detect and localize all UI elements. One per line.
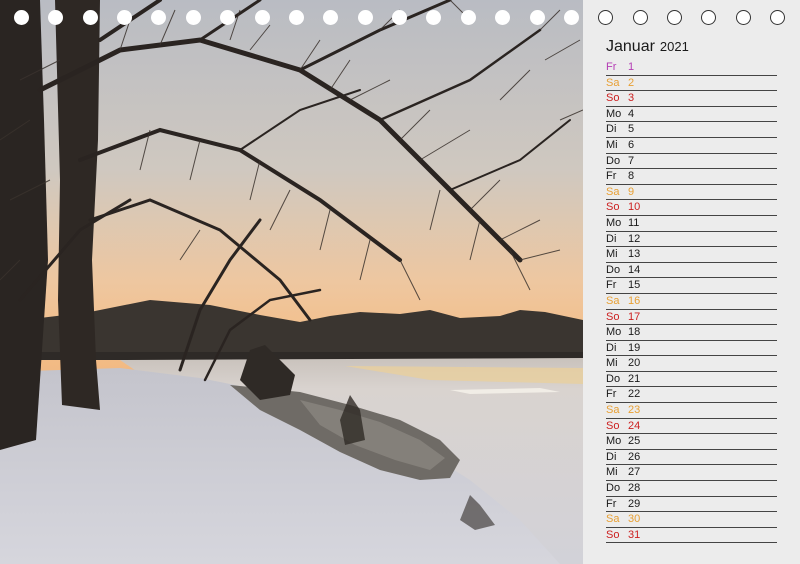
weekday-label: Fr [606,279,617,292]
day-number: 24 [628,419,641,432]
weekday-label: Mo [606,216,622,229]
day-row: Sa 16 [606,294,777,310]
weekday-label: Sa [606,76,620,89]
day-row: Sa 2 [606,76,777,92]
weekday-label: Mi [606,357,618,370]
day-row: Mi 20 [606,356,777,372]
day-row: Fr 15 [606,278,777,294]
weekday-label: Mi [606,466,618,479]
day-row: Di 26 [606,450,777,466]
day-row: Do 7 [606,154,777,170]
day-row: Mo 25 [606,434,777,450]
day-row: Di 19 [606,341,777,357]
weekday-label: So [606,310,620,323]
day-number: 28 [628,482,641,495]
weekday-label: Di [606,232,617,245]
day-row: Fr 1 [606,60,777,76]
day-number: 20 [628,357,641,370]
weekday-label: Mi [606,138,618,151]
day-row: So 17 [606,310,777,326]
weekday-label: So [606,528,620,541]
weekday-label: Di [606,450,617,463]
day-number: 23 [628,404,641,417]
weekday-label: So [606,92,620,105]
day-row: Sa 30 [606,512,777,528]
day-row: Fr 29 [606,497,777,513]
day-row: Mi 13 [606,247,777,263]
weekday-label: Sa [606,185,620,198]
day-row: Do 28 [606,481,777,497]
month-title: Januar 2021 [606,38,689,56]
weekday-label: So [606,419,620,432]
weekday-label: Sa [606,513,620,526]
day-row: So 31 [606,528,777,544]
day-number: 27 [628,466,641,479]
day-row: Fr 8 [606,169,777,185]
day-number: 19 [628,341,641,354]
day-row: Sa 23 [606,403,777,419]
weekday-label: Di [606,341,617,354]
day-number: 17 [628,310,641,323]
month-name: Januar [606,38,655,55]
day-number: 22 [628,388,641,401]
day-number: 4 [628,107,635,120]
year-label: 2021 [659,39,689,54]
day-number: 25 [628,435,641,448]
weekday-label: Fr [606,388,617,401]
day-list: Fr 1 Sa 2 So 3 Mo 4 Di 5 Mi 6 Do 7 Fr 8 Sa 9 So 10 Mo 11 Di 12 M… [606,60,777,544]
weekday-label: Mo [606,435,622,448]
day-row: So 10 [606,200,777,216]
day-row: Mo 4 [606,107,777,123]
weekday-label: Sa [606,294,620,307]
weekday-label: Fr [606,170,617,183]
day-number: 3 [628,92,635,105]
day-number: 15 [628,279,641,292]
day-row: So 24 [606,419,777,435]
day-row: Di 12 [606,232,777,248]
day-number: 1 [628,61,635,73]
weekday-label: Sa [606,404,620,417]
day-row: Do 14 [606,263,777,279]
weekday-label: Do [606,372,621,385]
weekday-label: Do [606,154,621,167]
day-row: Mi 27 [606,465,777,482]
weekday-label: Do [606,482,621,495]
day-row: Mo 11 [606,216,777,232]
day-number: 6 [628,138,635,151]
day-row: Do 21 [606,372,777,388]
day-number: 18 [628,326,641,339]
day-number: 2 [628,76,635,89]
weekday-label: Mo [606,326,622,339]
day-number: 8 [628,170,635,183]
day-number: 5 [628,123,635,136]
weekday-label: So [606,201,620,214]
day-row: Fr 22 [606,387,777,404]
day-number: 12 [628,232,641,245]
winter-lake-sunset-photo [0,0,583,564]
day-number: 21 [628,372,641,385]
day-number: 7 [628,154,635,167]
day-number: 30 [628,513,641,526]
weekday-label: Fr [606,61,617,73]
day-row: Di 5 [606,122,777,138]
day-number: 11 [628,216,640,229]
weekday-label: Do [606,263,621,276]
day-number: 26 [628,450,641,463]
day-number: 10 [628,201,641,214]
day-number: 29 [628,497,641,510]
day-row: Mi 6 [606,138,777,154]
day-number: 16 [628,294,641,307]
weekday-label: Di [606,123,617,136]
weekday-label: Fr [606,497,617,510]
day-row: Mo 18 [606,325,777,341]
day-number: 9 [628,185,635,198]
day-number: 31 [628,528,641,541]
weekday-label: Mi [606,248,618,261]
weekday-label: Mo [606,107,622,120]
day-row: So 3 [606,91,777,107]
day-number: 14 [628,263,641,276]
day-row: Sa 9 [606,185,777,201]
day-number: 13 [628,248,641,261]
